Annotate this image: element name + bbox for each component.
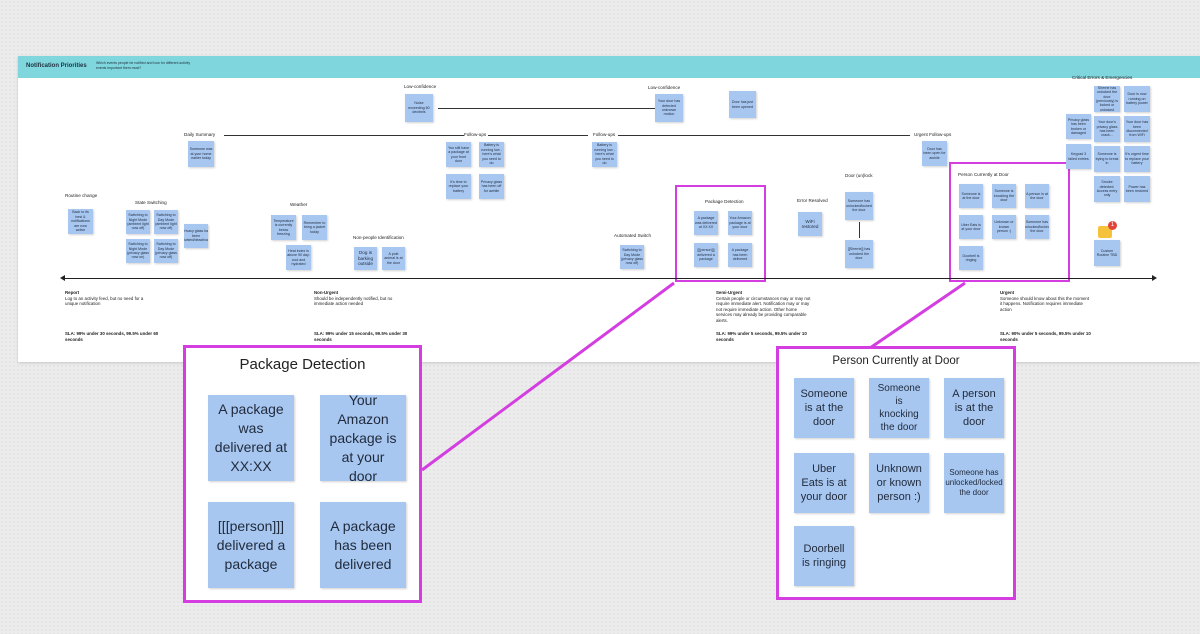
connector-line-package bbox=[421, 281, 675, 472]
sticky-note[interactable]: Someone is knocking the door bbox=[869, 378, 929, 438]
package-detection-zoom-panel: Package Detection A package was delivere… bbox=[183, 345, 422, 603]
sticky-note[interactable]: Doorbell is ringing bbox=[794, 526, 854, 586]
zoom-connectors bbox=[421, 281, 966, 472]
sticky-note[interactable]: Someone has unlocked/locked the door bbox=[944, 453, 1004, 513]
sticky-note[interactable]: Your Amazon package is at your door bbox=[320, 395, 406, 481]
sticky-note[interactable]: [[[person]]] delivered a package bbox=[208, 502, 294, 588]
person-at-door-zoom-panel: Person Currently at Door Someone is at t… bbox=[776, 346, 1016, 600]
connector-line-person bbox=[869, 281, 966, 350]
sticky-note[interactable]: Unknown or known person :) bbox=[869, 453, 929, 513]
sticky-note[interactable]: A person is at the door bbox=[944, 378, 1004, 438]
sticky-note[interactable]: A package was delivered at XX:XX bbox=[208, 395, 294, 481]
sticky-note[interactable]: Uber Eats is at your door bbox=[794, 453, 854, 513]
zoom-title: Person Currently at Door bbox=[832, 355, 960, 367]
zoom-title: Package Detection bbox=[239, 356, 366, 373]
sticky-note[interactable]: Someone is at the door bbox=[794, 378, 854, 438]
sticky-note[interactable]: A package has been delivered bbox=[320, 502, 406, 588]
